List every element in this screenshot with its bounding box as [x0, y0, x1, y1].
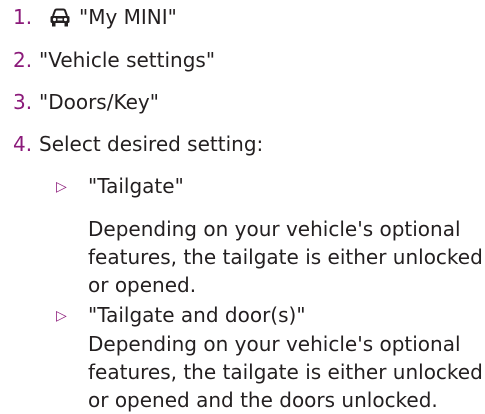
- option-tailgate: ▷ "Tailgate": [56, 172, 184, 203]
- option-label: "Tailgate": [88, 174, 184, 198]
- step-text: Select desired setting:: [39, 132, 264, 156]
- step-4: 4. Select desired setting:: [13, 131, 263, 157]
- option-tailgate-and-doors: ▷ "Tailgate and door(s)": [56, 301, 306, 332]
- step-number: 3.: [13, 90, 33, 114]
- step-text: "My MINI": [79, 5, 177, 29]
- option-description: Depending on your vehicle's optional fea…: [88, 332, 483, 412]
- triangle-bullet-icon: ▷: [56, 308, 67, 324]
- instruction-document: 1. "My MINI" 2. "Vehicle settings" 3. "D…: [0, 0, 485, 412]
- option-description: Depending on your vehicle's optional fea…: [88, 217, 483, 297]
- step-text: "Doors/Key": [39, 90, 159, 114]
- step-number: 2.: [13, 48, 33, 72]
- step-2: 2. "Vehicle settings": [13, 47, 215, 73]
- triangle-bullet-icon: ▷: [56, 179, 67, 195]
- step-number: 1.: [13, 5, 33, 29]
- step-number: 4.: [13, 132, 33, 156]
- step-text: "Vehicle settings": [39, 48, 216, 72]
- option-label: "Tailgate and door(s)": [88, 303, 306, 327]
- step-1: 1. "My MINI": [13, 4, 177, 30]
- car-icon: [49, 8, 71, 28]
- step-3: 3. "Doors/Key": [13, 89, 159, 115]
